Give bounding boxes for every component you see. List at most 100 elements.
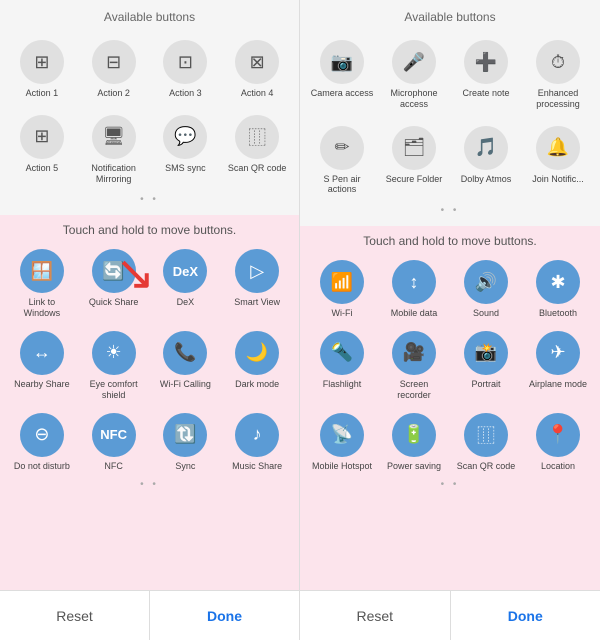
- link-windows-icon: 🪟: [20, 249, 64, 293]
- action4-icon: ⊠: [235, 40, 279, 84]
- list-item[interactable]: ↕ Mobile data: [380, 256, 448, 323]
- right-footer: Reset Done: [300, 590, 600, 640]
- enhanced-processing-icon: ⏱: [536, 40, 580, 84]
- list-item[interactable]: 🗂 Secure Folder: [380, 120, 448, 202]
- smart-view-label: Smart View: [234, 297, 280, 308]
- left-active-grid: 🪟 Link to Windows 🔄 Quick Share DeX DeX …: [8, 245, 291, 475]
- list-item[interactable]: 📸 Portrait: [452, 327, 520, 405]
- secure-folder-icon: 🗂: [392, 126, 436, 170]
- right-done-button[interactable]: Done: [451, 591, 600, 640]
- list-item[interactable]: NFC NFC: [80, 409, 148, 476]
- location-icon: 📍: [536, 413, 580, 457]
- action4-label: Action 4: [241, 88, 274, 99]
- list-item[interactable]: ⏱ Enhanced processing: [524, 34, 592, 116]
- left-available-dots: • •: [8, 190, 291, 207]
- list-item[interactable]: ⿲ Scan QR code: [223, 109, 291, 191]
- wifi-icon: 📶: [320, 260, 364, 304]
- secure-folder-label: Secure Folder: [386, 174, 443, 185]
- dnd-icon: ⊖: [20, 413, 64, 457]
- list-item[interactable]: ⊟ Action 2: [80, 34, 148, 105]
- left-available-title: Available buttons: [8, 10, 291, 24]
- list-item[interactable]: ✱ Bluetooth: [524, 256, 592, 323]
- portrait-icon: 📸: [464, 331, 508, 375]
- dark-mode-icon: 🌙: [235, 331, 279, 375]
- right-reset-button[interactable]: Reset: [300, 591, 451, 640]
- flashlight-label: Flashlight: [323, 379, 362, 390]
- flashlight-icon: 🔦: [320, 331, 364, 375]
- list-item[interactable]: 🔔 Join Notific...: [524, 120, 592, 202]
- enhanced-processing-label: Enhanced processing: [526, 88, 590, 110]
- action2-label: Action 2: [97, 88, 130, 99]
- list-item[interactable]: ✏ S Pen air actions: [308, 120, 376, 202]
- list-item[interactable]: ⊠ Action 4: [223, 34, 291, 105]
- list-item[interactable]: ▷ Smart View: [223, 245, 291, 323]
- wifi-label: Wi-Fi: [332, 308, 353, 319]
- dolby-label: Dolby Atmos: [461, 174, 512, 185]
- list-item[interactable]: 🔃 Sync: [152, 409, 220, 476]
- list-item[interactable]: 🎵 Dolby Atmos: [452, 120, 520, 202]
- action1-icon: ⊞: [20, 40, 64, 84]
- mobile-data-label: Mobile data: [391, 308, 438, 319]
- list-item[interactable]: 🔊 Sound: [452, 256, 520, 323]
- list-item[interactable]: 🎤 Microphone access: [380, 34, 448, 116]
- list-item[interactable]: ☀ Eye comfort shield: [80, 327, 148, 405]
- list-item[interactable]: ⊡ Action 3: [152, 34, 220, 105]
- list-item[interactable]: 📶 Wi-Fi: [308, 256, 376, 323]
- list-item[interactable]: 🌙 Dark mode: [223, 327, 291, 405]
- location-label: Location: [541, 461, 575, 472]
- wifi-calling-icon: 📞: [163, 331, 207, 375]
- right-active-section: Touch and hold to move buttons. 📶 Wi-Fi …: [300, 226, 600, 590]
- hotspot-label: Mobile Hotspot: [312, 461, 372, 472]
- action3-icon: ⊡: [163, 40, 207, 84]
- right-available-title: Available buttons: [308, 10, 592, 24]
- left-active-title: Touch and hold to move buttons.: [8, 223, 291, 237]
- list-item[interactable]: ♪ Music Share: [223, 409, 291, 476]
- list-item[interactable]: 💬 SMS sync: [152, 109, 220, 191]
- sms-sync-label: SMS sync: [165, 163, 206, 174]
- quick-share-label: Quick Share: [89, 297, 139, 308]
- scan-qr-icon: ⿲: [235, 115, 279, 159]
- right-available-section: Available buttons 📷 Camera access 🎤 Micr…: [300, 0, 600, 226]
- music-share-icon: ♪: [235, 413, 279, 457]
- list-item[interactable]: 🔦 Flashlight: [308, 327, 376, 405]
- action2-icon: ⊟: [92, 40, 136, 84]
- sms-sync-icon: 💬: [163, 115, 207, 159]
- list-item[interactable]: 📷 Camera access: [308, 34, 376, 116]
- screen-recorder-icon: 🎥: [392, 331, 436, 375]
- list-item[interactable]: DeX DeX: [152, 245, 220, 323]
- list-item[interactable]: 🖥 Notification Mirroring: [80, 109, 148, 191]
- list-item[interactable]: ✈ Airplane mode: [524, 327, 592, 405]
- scan-qr-active-label: Scan QR code: [457, 461, 516, 472]
- action1-label: Action 1: [26, 88, 59, 99]
- action3-label: Action 3: [169, 88, 202, 99]
- list-item[interactable]: ↔ Nearby Share: [8, 327, 76, 405]
- list-item[interactable]: 🔄 Quick Share: [80, 245, 148, 323]
- left-done-button[interactable]: Done: [150, 591, 299, 640]
- right-active-grid: 📶 Wi-Fi ↕ Mobile data 🔊 Sound ✱ Bluetoot…: [308, 256, 592, 475]
- left-footer: Reset Done: [0, 590, 299, 640]
- left-available-section: Available buttons ⊞ Action 1 ⊟ Action 2 …: [0, 0, 299, 215]
- spen-icon: ✏: [320, 126, 364, 170]
- list-item[interactable]: ⿲ Scan QR code: [452, 409, 520, 476]
- list-item[interactable]: ⊖ Do not disturb: [8, 409, 76, 476]
- list-item[interactable]: 🎥 Screen recorder: [380, 327, 448, 405]
- camera-access-icon: 📷: [320, 40, 364, 84]
- left-reset-button[interactable]: Reset: [0, 591, 150, 640]
- spen-label: S Pen air actions: [310, 174, 374, 196]
- list-item[interactable]: ➕ Create note: [452, 34, 520, 116]
- nfc-label: NFC: [104, 461, 123, 472]
- action5-icon: ⊞: [20, 115, 64, 159]
- join-notif-icon: 🔔: [536, 126, 580, 170]
- list-item[interactable]: 📞 Wi-Fi Calling: [152, 327, 220, 405]
- list-item[interactable]: 📍 Location: [524, 409, 592, 476]
- power-saving-icon: 🔋: [392, 413, 436, 457]
- dark-mode-label: Dark mode: [235, 379, 279, 390]
- create-note-label: Create note: [462, 88, 509, 99]
- mobile-data-icon: ↕: [392, 260, 436, 304]
- list-item[interactable]: 📡 Mobile Hotspot: [308, 409, 376, 476]
- list-item[interactable]: ⊞ Action 1: [8, 34, 76, 105]
- nfc-icon: NFC: [92, 413, 136, 457]
- list-item[interactable]: 🔋 Power saving: [380, 409, 448, 476]
- list-item[interactable]: 🪟 Link to Windows: [8, 245, 76, 323]
- list-item[interactable]: ⊞ Action 5: [8, 109, 76, 191]
